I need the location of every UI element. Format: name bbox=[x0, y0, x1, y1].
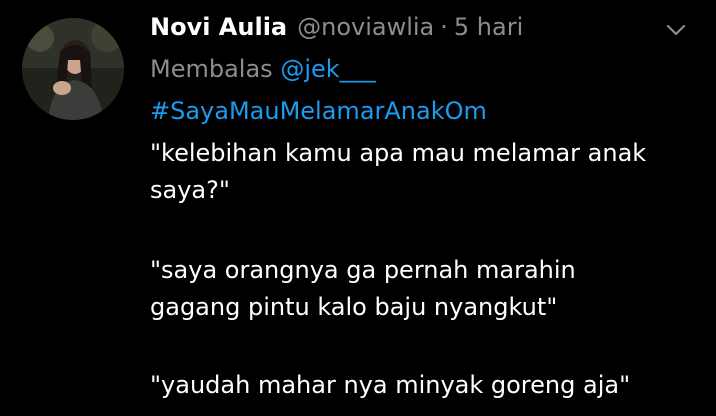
user-handle[interactable]: @noviawlia bbox=[297, 13, 434, 41]
reply-to-user-link[interactable]: @jek___ bbox=[280, 55, 375, 83]
tweet-text-line: "yaudah mahar nya minyak goreng aja" bbox=[150, 371, 631, 399]
tweet-text-line: saya?" bbox=[150, 176, 230, 204]
timestamp[interactable]: 5 hari bbox=[454, 13, 523, 41]
avatar-photo bbox=[22, 18, 124, 120]
separator: · bbox=[440, 13, 448, 41]
reply-context: Membalas @jek___ bbox=[150, 55, 376, 83]
avatar[interactable] bbox=[22, 18, 124, 120]
tweet-header: Novi Aulia @noviawlia · 5 hari bbox=[150, 9, 523, 45]
hashtag-link[interactable]: #SayaMauMelamarAnakOm bbox=[150, 97, 487, 125]
chevron-down-icon[interactable] bbox=[664, 18, 688, 42]
display-name[interactable]: Novi Aulia bbox=[150, 13, 287, 41]
tweet-text-line: gagang pintu kalo baju nyangkut" bbox=[150, 293, 558, 321]
tweet[interactable]: Novi Aulia @noviawlia · 5 hari Membalas … bbox=[0, 0, 716, 416]
tweet-text-line: "saya orangnya ga pernah marahin bbox=[150, 256, 576, 284]
tweet-text-line: "kelebihan kamu apa mau melamar anak bbox=[150, 139, 647, 167]
reply-label: Membalas bbox=[150, 55, 273, 83]
